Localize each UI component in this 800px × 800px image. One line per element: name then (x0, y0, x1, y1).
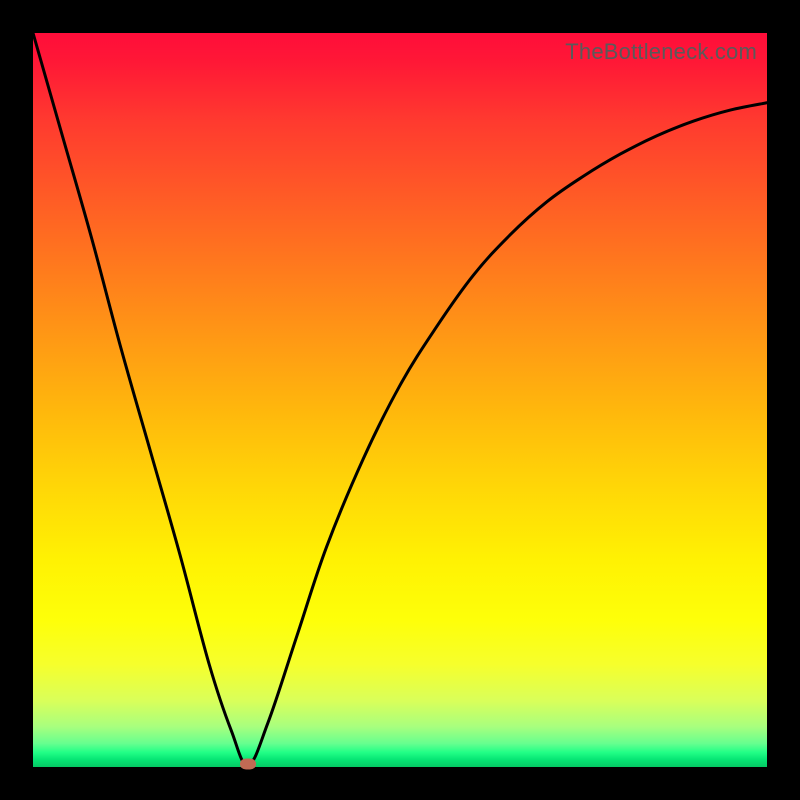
plot-area: TheBottleneck.com (33, 33, 767, 767)
chart-frame: TheBottleneck.com (0, 0, 800, 800)
bottleneck-curve (33, 33, 767, 767)
minimum-marker (240, 759, 256, 770)
curve-path (33, 33, 767, 765)
